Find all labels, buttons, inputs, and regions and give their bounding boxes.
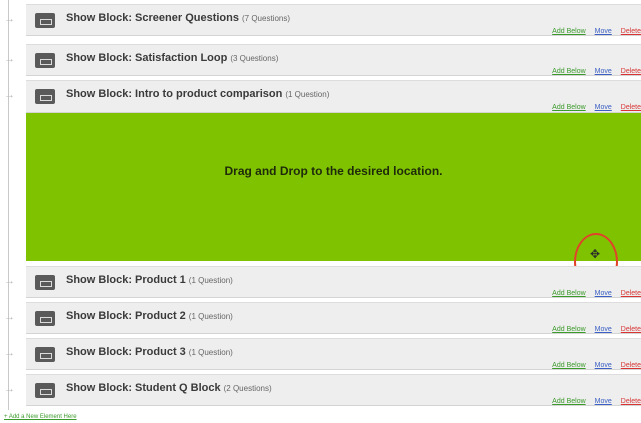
block-actions: Add Below Move Delete <box>543 398 641 405</box>
connector-arrow-icon: → <box>4 275 15 287</box>
add-new-element-link[interactable]: + Add a New Element Here <box>4 414 77 420</box>
block-row[interactable]: Show Block: Product 2 (1 Question) Add Be… <box>26 302 641 334</box>
move-link[interactable]: Move <box>595 290 612 297</box>
block-row[interactable]: Show Block: Intro to product comparison(… <box>26 80 641 113</box>
flow-row: → Show Block: Intro to product compariso… <box>0 80 641 113</box>
move-link[interactable]: Move <box>595 326 612 333</box>
block-row[interactable]: Show Block: Product 1 (1 Question) Add Be… <box>26 266 641 298</box>
block-actions: Add Below Move Delete <box>543 362 641 369</box>
delete-link[interactable]: Delete <box>621 398 641 405</box>
delete-link[interactable]: Delete <box>621 362 641 369</box>
block-title-text: Show Block: Student Q Block <box>66 382 221 394</box>
block-row[interactable]: Show Block: Satisfaction Loop (3 Question… <box>26 44 641 76</box>
block-question-count: (7 Questions) <box>242 14 291 23</box>
connector-arrow-icon: → <box>4 311 15 323</box>
block-actions: Add Below Move Delete <box>543 326 641 333</box>
block-question-count: (1 Question) <box>285 90 330 99</box>
flow-row: → Show Block: Screener Questions (7 Quest… <box>0 4 641 36</box>
block-icon <box>35 275 55 290</box>
delete-link[interactable]: Delete <box>621 28 641 35</box>
delete-link[interactable]: Delete <box>621 104 641 111</box>
move-link[interactable]: Move <box>595 398 612 405</box>
flow-row: → Show Block: Satisfaction Loop (3 Questi… <box>0 44 641 76</box>
block-icon <box>35 89 55 104</box>
flow-row: → Show Block: Product 1 (1 Question) Add … <box>0 266 641 298</box>
connector-arrow-icon: → <box>4 89 15 101</box>
block-icon <box>35 53 55 68</box>
block-title: Show Block: Product 3 (1 Question) <box>66 346 233 358</box>
add-below-link[interactable]: Add Below <box>552 28 585 35</box>
block-title: Show Block: Intro to product comparison(… <box>66 88 329 100</box>
block-question-count: (1 Question) <box>188 276 233 285</box>
move-link[interactable]: Move <box>595 28 612 35</box>
flow-row: → Show Block: Product 2 (1 Question) Add … <box>0 302 641 334</box>
block-question-count: (1 Question) <box>188 312 233 321</box>
block-actions: Add Below Move Delete <box>543 68 641 75</box>
block-actions: Add Below Move Delete <box>543 28 641 35</box>
flow-row: → Show Block: Student Q Block (2 Question… <box>0 374 641 406</box>
block-title: Show Block: Product 1 (1 Question) <box>66 274 233 286</box>
block-title: Show Block: Screener Questions (7 Questio… <box>66 12 290 24</box>
block-title: Show Block: Product 2 (1 Question) <box>66 310 233 322</box>
block-icon <box>35 347 55 362</box>
block-question-count: (2 Questions) <box>223 384 272 393</box>
block-icon <box>35 13 55 28</box>
add-below-link[interactable]: Add Below <box>552 326 585 333</box>
add-below-link[interactable]: Add Below <box>552 104 585 111</box>
delete-link[interactable]: Delete <box>621 68 641 75</box>
block-title: Show Block: Satisfaction Loop (3 Question… <box>66 52 278 64</box>
connector-arrow-icon: → <box>4 13 15 25</box>
connector-arrow-icon: → <box>4 383 15 395</box>
block-title-text: Show Block: Intro to product comparison <box>66 88 283 100</box>
move-link[interactable]: Move <box>595 68 612 75</box>
block-row[interactable]: Show Block: Screener Questions (7 Questio… <box>26 4 641 36</box>
move-link[interactable]: Move <box>595 362 612 369</box>
add-below-link[interactable]: Add Below <box>552 362 585 369</box>
add-below-link[interactable]: Add Below <box>552 68 585 75</box>
connector-arrow-icon: → <box>4 53 15 65</box>
delete-link[interactable]: Delete <box>621 290 641 297</box>
block-title-text: Show Block: Product 1 <box>66 274 186 286</box>
flow-row: → Show Block: Product 3 (1 Question) Add … <box>0 338 641 370</box>
block-actions: Add Below Move Delete <box>543 104 641 111</box>
block-actions: Add Below Move Delete <box>543 290 641 297</box>
block-title-text: Show Block: Satisfaction Loop <box>66 52 228 64</box>
add-below-link[interactable]: Add Below <box>552 398 585 405</box>
delete-link[interactable]: Delete <box>621 326 641 333</box>
block-title: Show Block: Student Q Block (2 Questions) <box>66 382 272 394</box>
block-question-count: (3 Questions) <box>230 54 279 63</box>
move-link[interactable]: Move <box>595 104 612 111</box>
block-question-count: (1 Question) <box>188 348 233 357</box>
block-title-text: Show Block: Product 2 <box>66 310 186 322</box>
add-below-link[interactable]: Add Below <box>552 290 585 297</box>
block-icon <box>35 311 55 326</box>
drop-zone[interactable]: Drag and Drop to the desired location. <box>26 113 641 261</box>
drop-zone-text: Drag and Drop to the desired location. <box>224 164 443 178</box>
block-row[interactable]: Show Block: Student Q Block (2 Questions)… <box>26 374 641 406</box>
block-title-text: Show Block: Product 3 <box>66 346 186 358</box>
block-icon <box>35 383 55 398</box>
block-title-text: Show Block: Screener Questions <box>66 12 239 24</box>
block-row[interactable]: Show Block: Product 3 (1 Question) Add Be… <box>26 338 641 370</box>
connector-arrow-icon: → <box>4 347 15 359</box>
